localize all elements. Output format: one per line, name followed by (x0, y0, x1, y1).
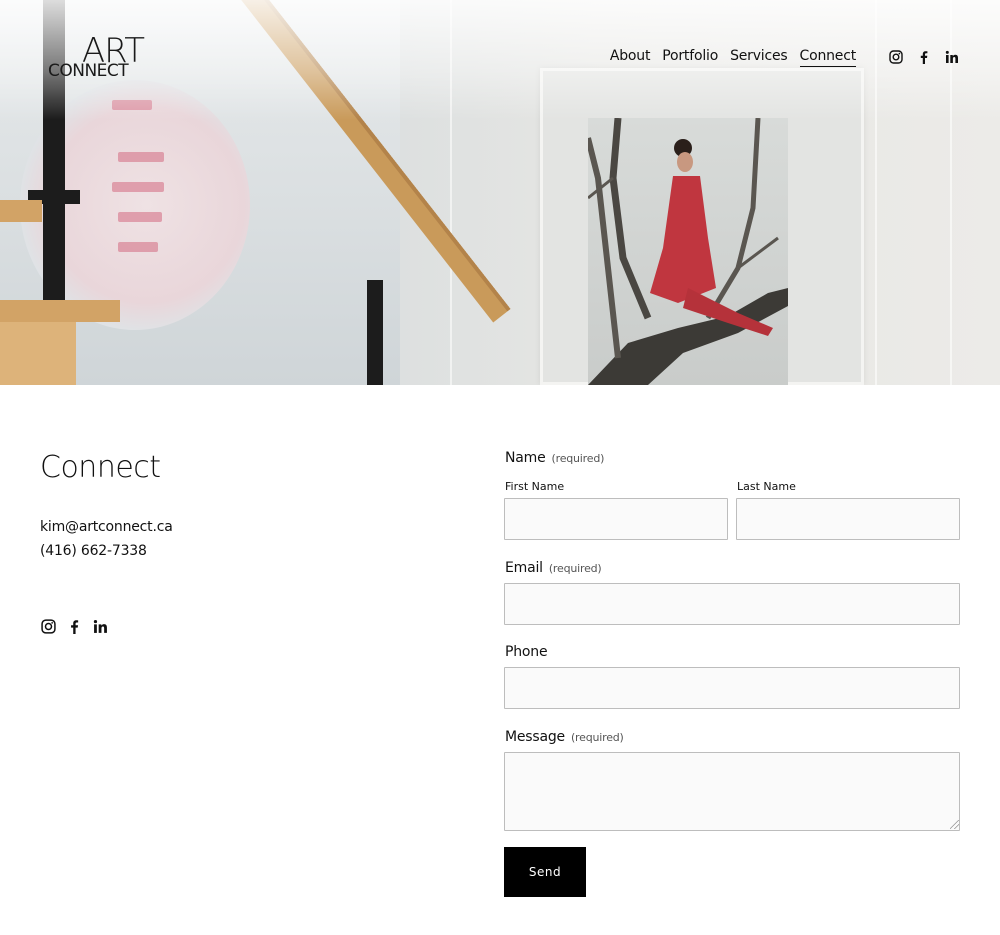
disc-mark (118, 152, 164, 162)
phone-input[interactable] (504, 667, 960, 709)
first-name-input[interactable] (504, 498, 728, 540)
nav-link-about[interactable]: About (610, 48, 651, 66)
facebook-icon[interactable] (66, 618, 82, 634)
stair-post (367, 280, 383, 385)
contact-phone[interactable]: (416) 662-7338 (40, 543, 147, 559)
name-label: Name (505, 450, 546, 466)
site-logo[interactable]: ART CONNECT (48, 34, 148, 80)
email-required-note: (required) (548, 562, 602, 575)
name-required-note: (required) (551, 452, 605, 465)
name-field-label: Name (required) (505, 450, 604, 466)
logo-connect-text: CONNECT (48, 61, 129, 81)
email-label: Email (505, 560, 543, 576)
stair-riser (0, 322, 76, 385)
textarea-resize-handle[interactable] (950, 820, 959, 829)
email-input[interactable] (504, 583, 960, 625)
instagram-icon[interactable] (40, 618, 56, 634)
linkedin-icon[interactable] (92, 618, 108, 634)
header-social-links (876, 49, 960, 65)
message-label: Message (505, 729, 565, 745)
phone-label: Phone (505, 644, 548, 660)
footer-social-links (40, 618, 118, 634)
nav-link-services[interactable]: Services (730, 48, 788, 66)
message-field-label: Message (required) (505, 729, 624, 745)
main-nav: About Portfolio Services Connect (598, 44, 1000, 70)
disc-mark (118, 212, 162, 222)
disc-mark (118, 242, 158, 252)
tree-figure-illustration (588, 118, 788, 385)
stair-step (0, 300, 120, 322)
message-required-note: (required) (570, 731, 624, 744)
last-name-label: Last Name (737, 480, 796, 493)
facebook-icon[interactable] (916, 49, 932, 65)
send-button[interactable]: Send (504, 847, 586, 897)
framed-photo (588, 118, 788, 385)
page-title: Connect (40, 450, 161, 485)
nav-link-connect[interactable]: Connect (799, 48, 856, 67)
last-name-input[interactable] (736, 498, 960, 540)
instagram-icon[interactable] (888, 49, 904, 65)
message-textarea[interactable] (504, 752, 960, 831)
linkedin-icon[interactable] (944, 49, 960, 65)
stair-step (0, 200, 42, 222)
nav-link-portfolio[interactable]: Portfolio (662, 48, 718, 66)
email-field-label: Email (required) (505, 560, 602, 576)
disc-mark (112, 182, 164, 192)
first-name-label: First Name (505, 480, 565, 493)
contact-email[interactable]: kim@artconnect.ca (40, 519, 173, 535)
phone-field-label: Phone (505, 644, 548, 660)
